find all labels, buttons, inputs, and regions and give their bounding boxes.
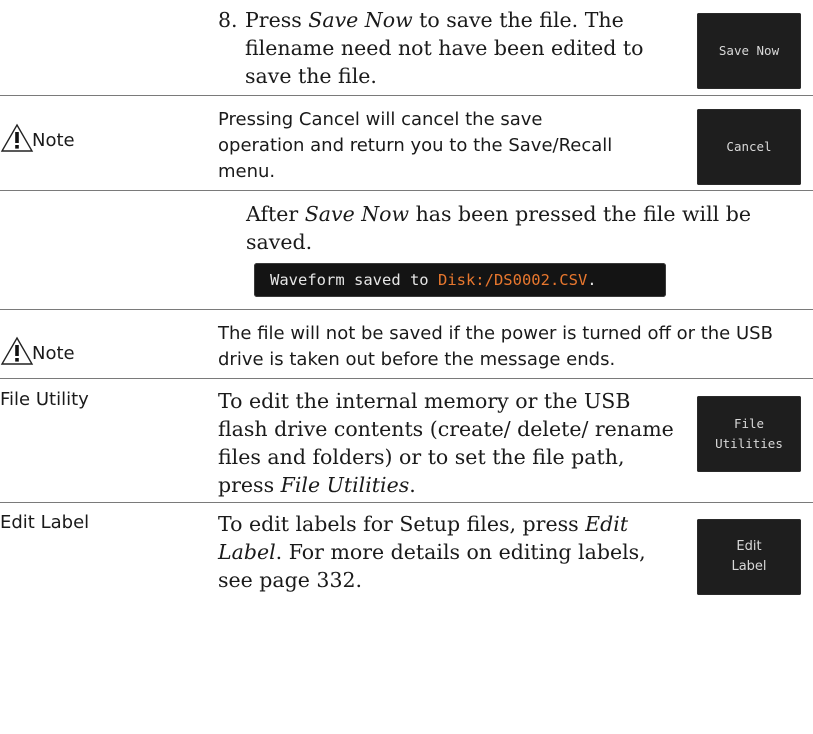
- edit-label-pre: To edit labels for Setup files, press: [218, 512, 586, 536]
- note-1-body: Pressing Cancel will cancel the save ope…: [218, 109, 613, 182]
- warning-icon: [0, 123, 34, 152]
- cancel-button-label: Cancel: [726, 139, 772, 154]
- file-utilities-label-line2: Utilities: [715, 436, 783, 451]
- file-utility-text: To edit the internal memory or the USB f…: [218, 387, 678, 499]
- edit-label-text: To edit labels for Setup files, press Ed…: [218, 510, 678, 594]
- file-utility-heading: File Utility: [0, 389, 89, 410]
- cancel-button[interactable]: Cancel: [697, 109, 801, 185]
- divider: [0, 378, 813, 379]
- note-label: Note: [32, 130, 75, 151]
- save-message-path: Disk:/DS0002.CSV: [437, 271, 588, 289]
- save-now-button[interactable]: Save Now: [697, 13, 801, 89]
- note-label: Note: [32, 343, 75, 364]
- file-utility-em: File Utilities: [280, 473, 410, 497]
- edit-label-heading: Edit Label: [0, 512, 90, 533]
- note-2-body: The file will not be saved if the power …: [218, 323, 773, 370]
- save-message-end: .: [587, 271, 597, 289]
- edit-label-label-line1: Edit: [736, 539, 762, 554]
- save-now-button-label: Save Now: [718, 43, 780, 58]
- edit-label-post: . For more details on editing labels, se…: [218, 540, 646, 592]
- step-8-pre: Press: [245, 8, 309, 32]
- save-message-text: Waveform saved to: [270, 271, 438, 289]
- note-2: Note: [0, 326, 75, 366]
- divider: [0, 309, 813, 310]
- edit-label-button[interactable]: Edit Label: [697, 519, 801, 595]
- warning-icon: [0, 336, 34, 365]
- divider: [0, 502, 813, 503]
- save-message-bar: Waveform saved to Disk:/DS0002.CSV.: [254, 263, 666, 297]
- divider: [0, 95, 813, 96]
- after-pre: After: [246, 202, 305, 226]
- edit-label-label-line2: Label: [731, 559, 767, 574]
- after-save-text: After Save Now has been pressed the file…: [246, 200, 811, 256]
- divider: [0, 190, 813, 191]
- note-2-text: The file will not be saved if the power …: [218, 321, 813, 373]
- note-1: Note: [0, 113, 75, 153]
- file-utilities-label-line1: File: [733, 416, 765, 431]
- note-1-text: Pressing Cancel will cancel the save ope…: [218, 107, 613, 185]
- file-utilities-button[interactable]: File Utilities: [697, 396, 801, 472]
- after-em: Save Now: [304, 202, 410, 226]
- file-utility-post: .: [409, 473, 416, 497]
- step-8-text: 8. Press Save Now to save the file. The …: [218, 6, 678, 90]
- step-8-em: Save Now: [308, 8, 413, 32]
- step-number: 8.: [218, 8, 238, 32]
